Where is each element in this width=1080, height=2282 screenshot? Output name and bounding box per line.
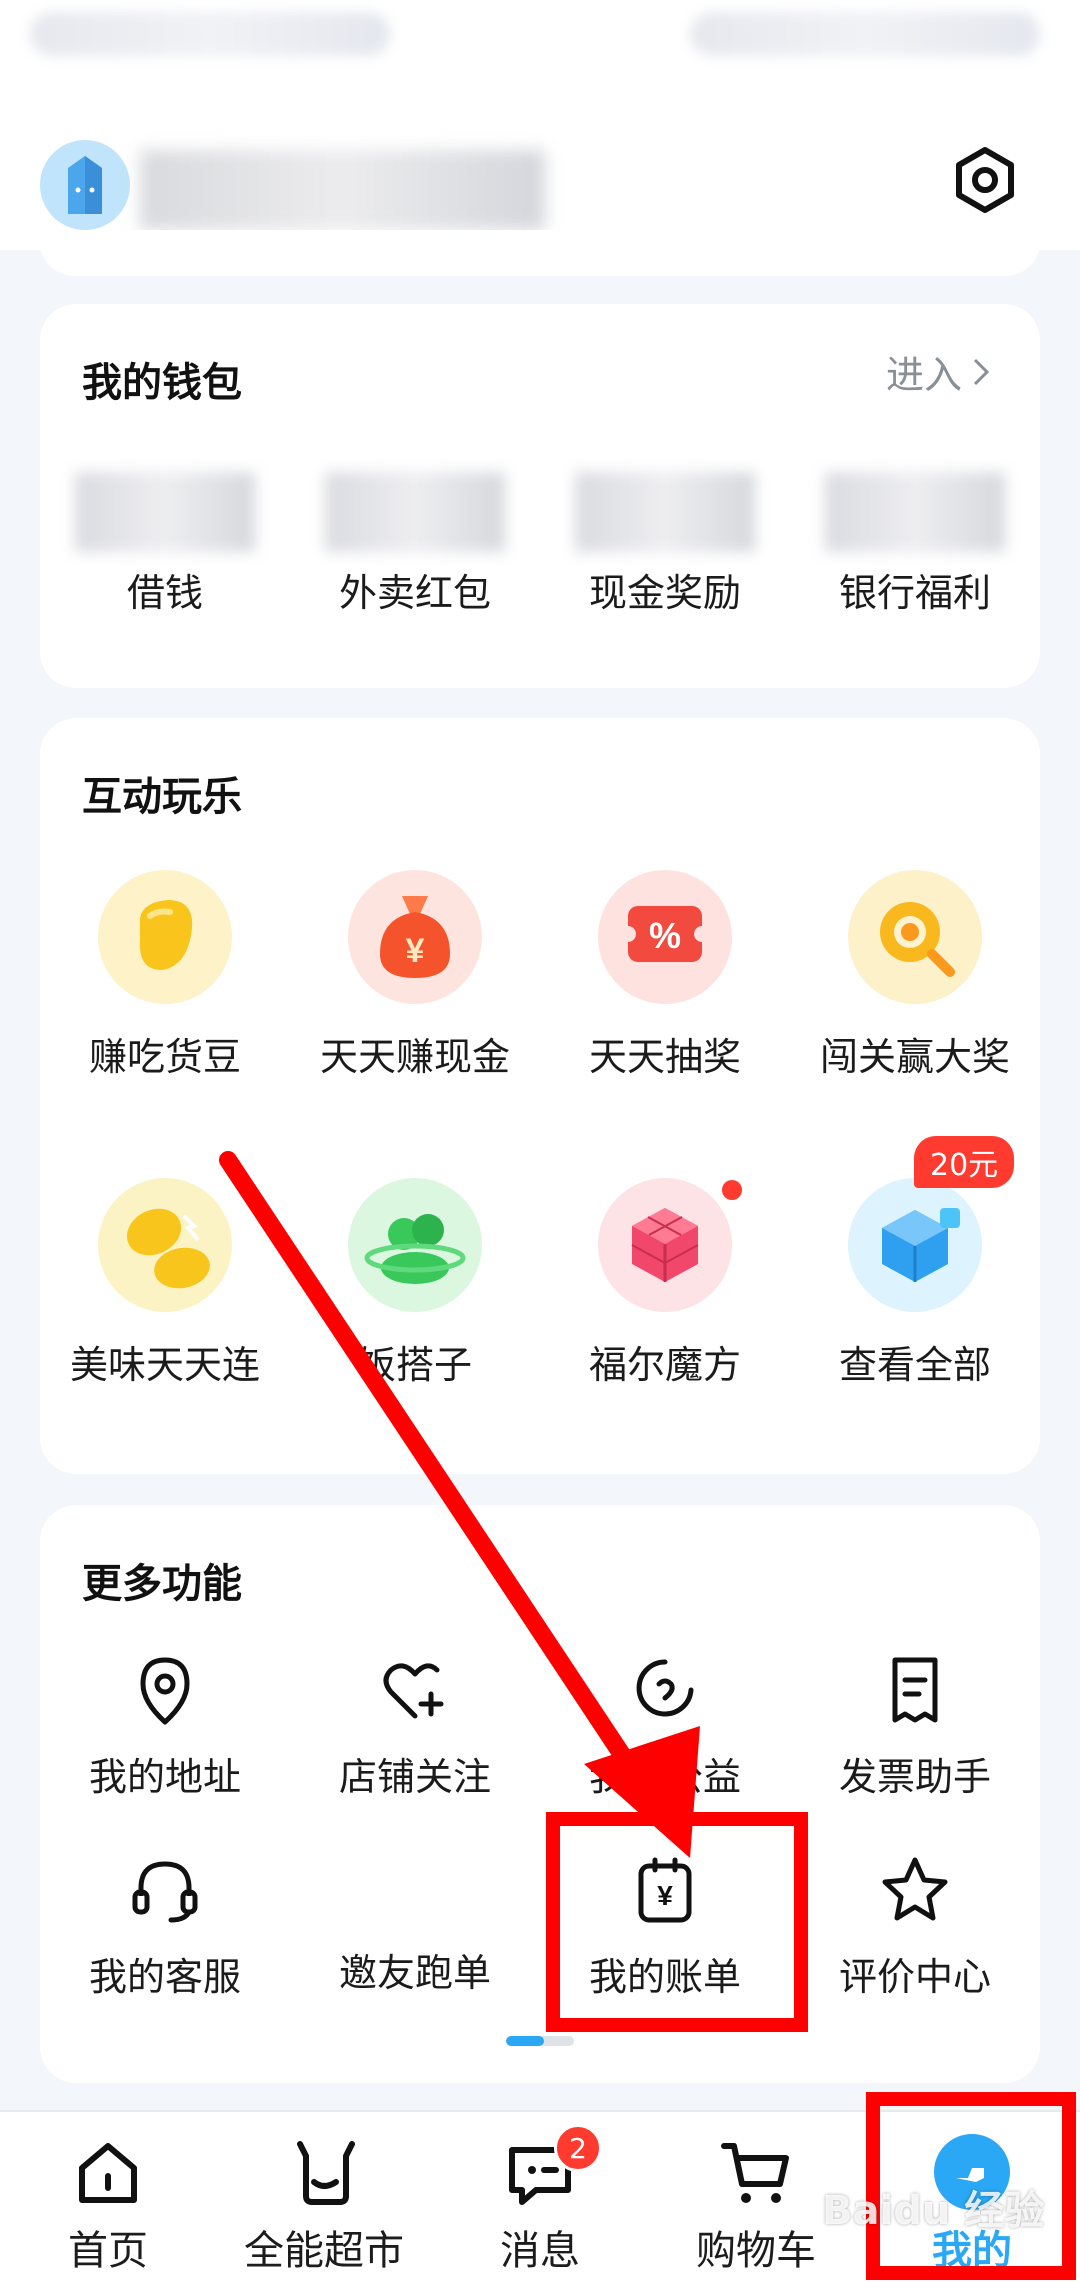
function-item-my-charity[interactable]: 我的公益 [540, 1650, 790, 1801]
function-item-label: 发票助手 [838, 1755, 991, 1799]
game-item-earn-beans[interactable]: 赚吃货豆 [40, 870, 290, 1081]
avatar[interactable] [40, 140, 130, 230]
cart-icon [721, 2143, 789, 2203]
status-bar-left [30, 12, 390, 56]
game-item-daily-match[interactable]: 美味天天连 [40, 1178, 290, 1389]
function-item-invite-friends[interactable]: 邀友跑单 [290, 1850, 540, 1997]
wallet-amount-blurred [325, 472, 505, 552]
star-icon [882, 1857, 948, 1921]
wallet-enter-label: 进入 [885, 353, 962, 397]
game-item-label: 美味天天连 [69, 1343, 260, 1387]
bean-icon [98, 870, 232, 1004]
tab-home[interactable]: 首页 [0, 2132, 216, 2276]
tab-label: 全能超市 [244, 2228, 404, 2274]
supermarket-icon [297, 2141, 355, 2205]
svg-text:%: % [649, 915, 681, 956]
games-title: 互动玩乐 [82, 774, 242, 820]
function-item-label: 我的地址 [88, 1755, 241, 1799]
chevron-right-icon [973, 358, 990, 385]
home-icon [79, 2143, 137, 2203]
page-indicator [506, 2036, 574, 2046]
game-item-fuer-cube[interactable]: 福尔魔方 [540, 1178, 790, 1389]
all-cube-icon [848, 1178, 982, 1312]
coupon-icon: % [598, 870, 732, 1004]
function-item-invoice-helper[interactable]: 发票助手 [790, 1650, 1040, 1801]
headset-icon [132, 1861, 198, 1923]
tab-label: 消息 [500, 2228, 580, 2274]
function-item-label: 邀友跑单 [338, 1951, 491, 1995]
function-item-label: 评价中心 [838, 1955, 991, 1999]
game-item-label: 赚吃货豆 [88, 1035, 241, 1079]
tab-messages[interactable]: 消息 [432, 2132, 648, 2276]
function-item-label: 我的客服 [88, 1955, 241, 1999]
magnifier-icon [848, 870, 982, 1004]
wallet-title: 我的钱包 [82, 360, 242, 406]
status-bar-right [690, 12, 1040, 56]
money-bag-icon: ¥ [348, 870, 482, 1004]
wallet-item-loan[interactable]: 借钱 [40, 472, 290, 617]
game-item-label: 天天赚现金 [319, 1035, 510, 1079]
wallet-amount-blurred [575, 472, 755, 552]
game-item-view-all[interactable]: 查看全部 [790, 1178, 1040, 1389]
people-planet-icon [348, 1178, 482, 1312]
location-icon [140, 1657, 190, 1725]
game-item-level-rewards[interactable]: 闯关赢大奖 [790, 870, 1040, 1081]
wallet-amount-blurred [825, 472, 1005, 552]
wallet-item-label: 银行福利 [838, 571, 991, 615]
game-item-meal-buddy[interactable]: 饭搭子 [290, 1178, 540, 1389]
wallet-item-label: 外卖红包 [338, 571, 491, 615]
function-item-my-address[interactable]: 我的地址 [40, 1650, 290, 1801]
game-item-label: 闯关赢大奖 [819, 1035, 1010, 1079]
watermark: Baidu 经验 [822, 2188, 1045, 2234]
game-item-label: 福尔魔方 [588, 1343, 741, 1387]
top-card-edge [40, 230, 1040, 276]
more-title: 更多功能 [82, 1561, 242, 1607]
games-card: 互动玩乐 赚吃货豆 ¥ 天天赚现金 % 天天抽奖 闯关赢大奖 美味天天连 饭搭子 [40, 718, 1040, 1474]
more-functions-card: 更多功能 我的地址 店铺关注 我的公益 发票助手 我的客服 邀友跑单 ¥ 我的账… [40, 1505, 1040, 2083]
tab-supermarket[interactable]: 全能超市 [216, 2132, 432, 2276]
game-item-label: 查看全部 [838, 1343, 991, 1387]
game-item-label: 饭搭子 [357, 1343, 472, 1387]
svg-text:¥: ¥ [406, 932, 425, 970]
wallet-item-bank-benefits[interactable]: 银行福利 [790, 472, 1040, 617]
function-item-label: 店铺关注 [338, 1755, 491, 1799]
game-item-label: 天天抽奖 [588, 1035, 741, 1079]
settings-hexagon-icon[interactable] [950, 145, 1020, 215]
milk-carton-avatar-icon [68, 156, 102, 214]
wallet-amount-blurred [75, 472, 255, 552]
wallet-item-cash-reward[interactable]: 现金奖励 [540, 472, 790, 617]
wallet-item-label: 借钱 [126, 571, 203, 615]
wallet-enter-link[interactable]: 进入 [886, 344, 990, 399]
cube-icon [598, 1178, 732, 1312]
new-dot-badge [722, 1180, 742, 1200]
game-item-daily-cash[interactable]: ¥ 天天赚现金 [290, 870, 540, 1081]
wallet-item-label: 现金奖励 [588, 571, 741, 615]
function-item-label: 我的公益 [588, 1755, 741, 1799]
message-count-badge: 2 [554, 2124, 602, 2172]
function-item-store-follow[interactable]: 店铺关注 [290, 1650, 540, 1801]
wallet-item-takeout-redpacket[interactable]: 外卖红包 [290, 472, 540, 617]
highlight-box-my-bill [546, 1812, 808, 2032]
reward-badge: 20元 [914, 1136, 1015, 1188]
invoice-icon [892, 1657, 938, 1723]
game-item-daily-lottery[interactable]: % 天天抽奖 [540, 870, 790, 1081]
wallet-card: 我的钱包 进入 借钱 外卖红包 现金奖励 银行福利 [40, 304, 1040, 688]
tab-label: 首页 [68, 2228, 148, 2274]
heart-plus-icon [383, 1663, 444, 1719]
username-blurred[interactable] [140, 150, 545, 230]
lemon-icon [98, 1178, 232, 1312]
invite-icon-placeholder [375, 1850, 455, 1930]
function-item-review-center[interactable]: 评价中心 [790, 1850, 1040, 2001]
charity-icon [636, 1659, 694, 1717]
page-indicator-active [506, 2036, 544, 2046]
function-item-customer-service[interactable]: 我的客服 [40, 1850, 290, 2001]
